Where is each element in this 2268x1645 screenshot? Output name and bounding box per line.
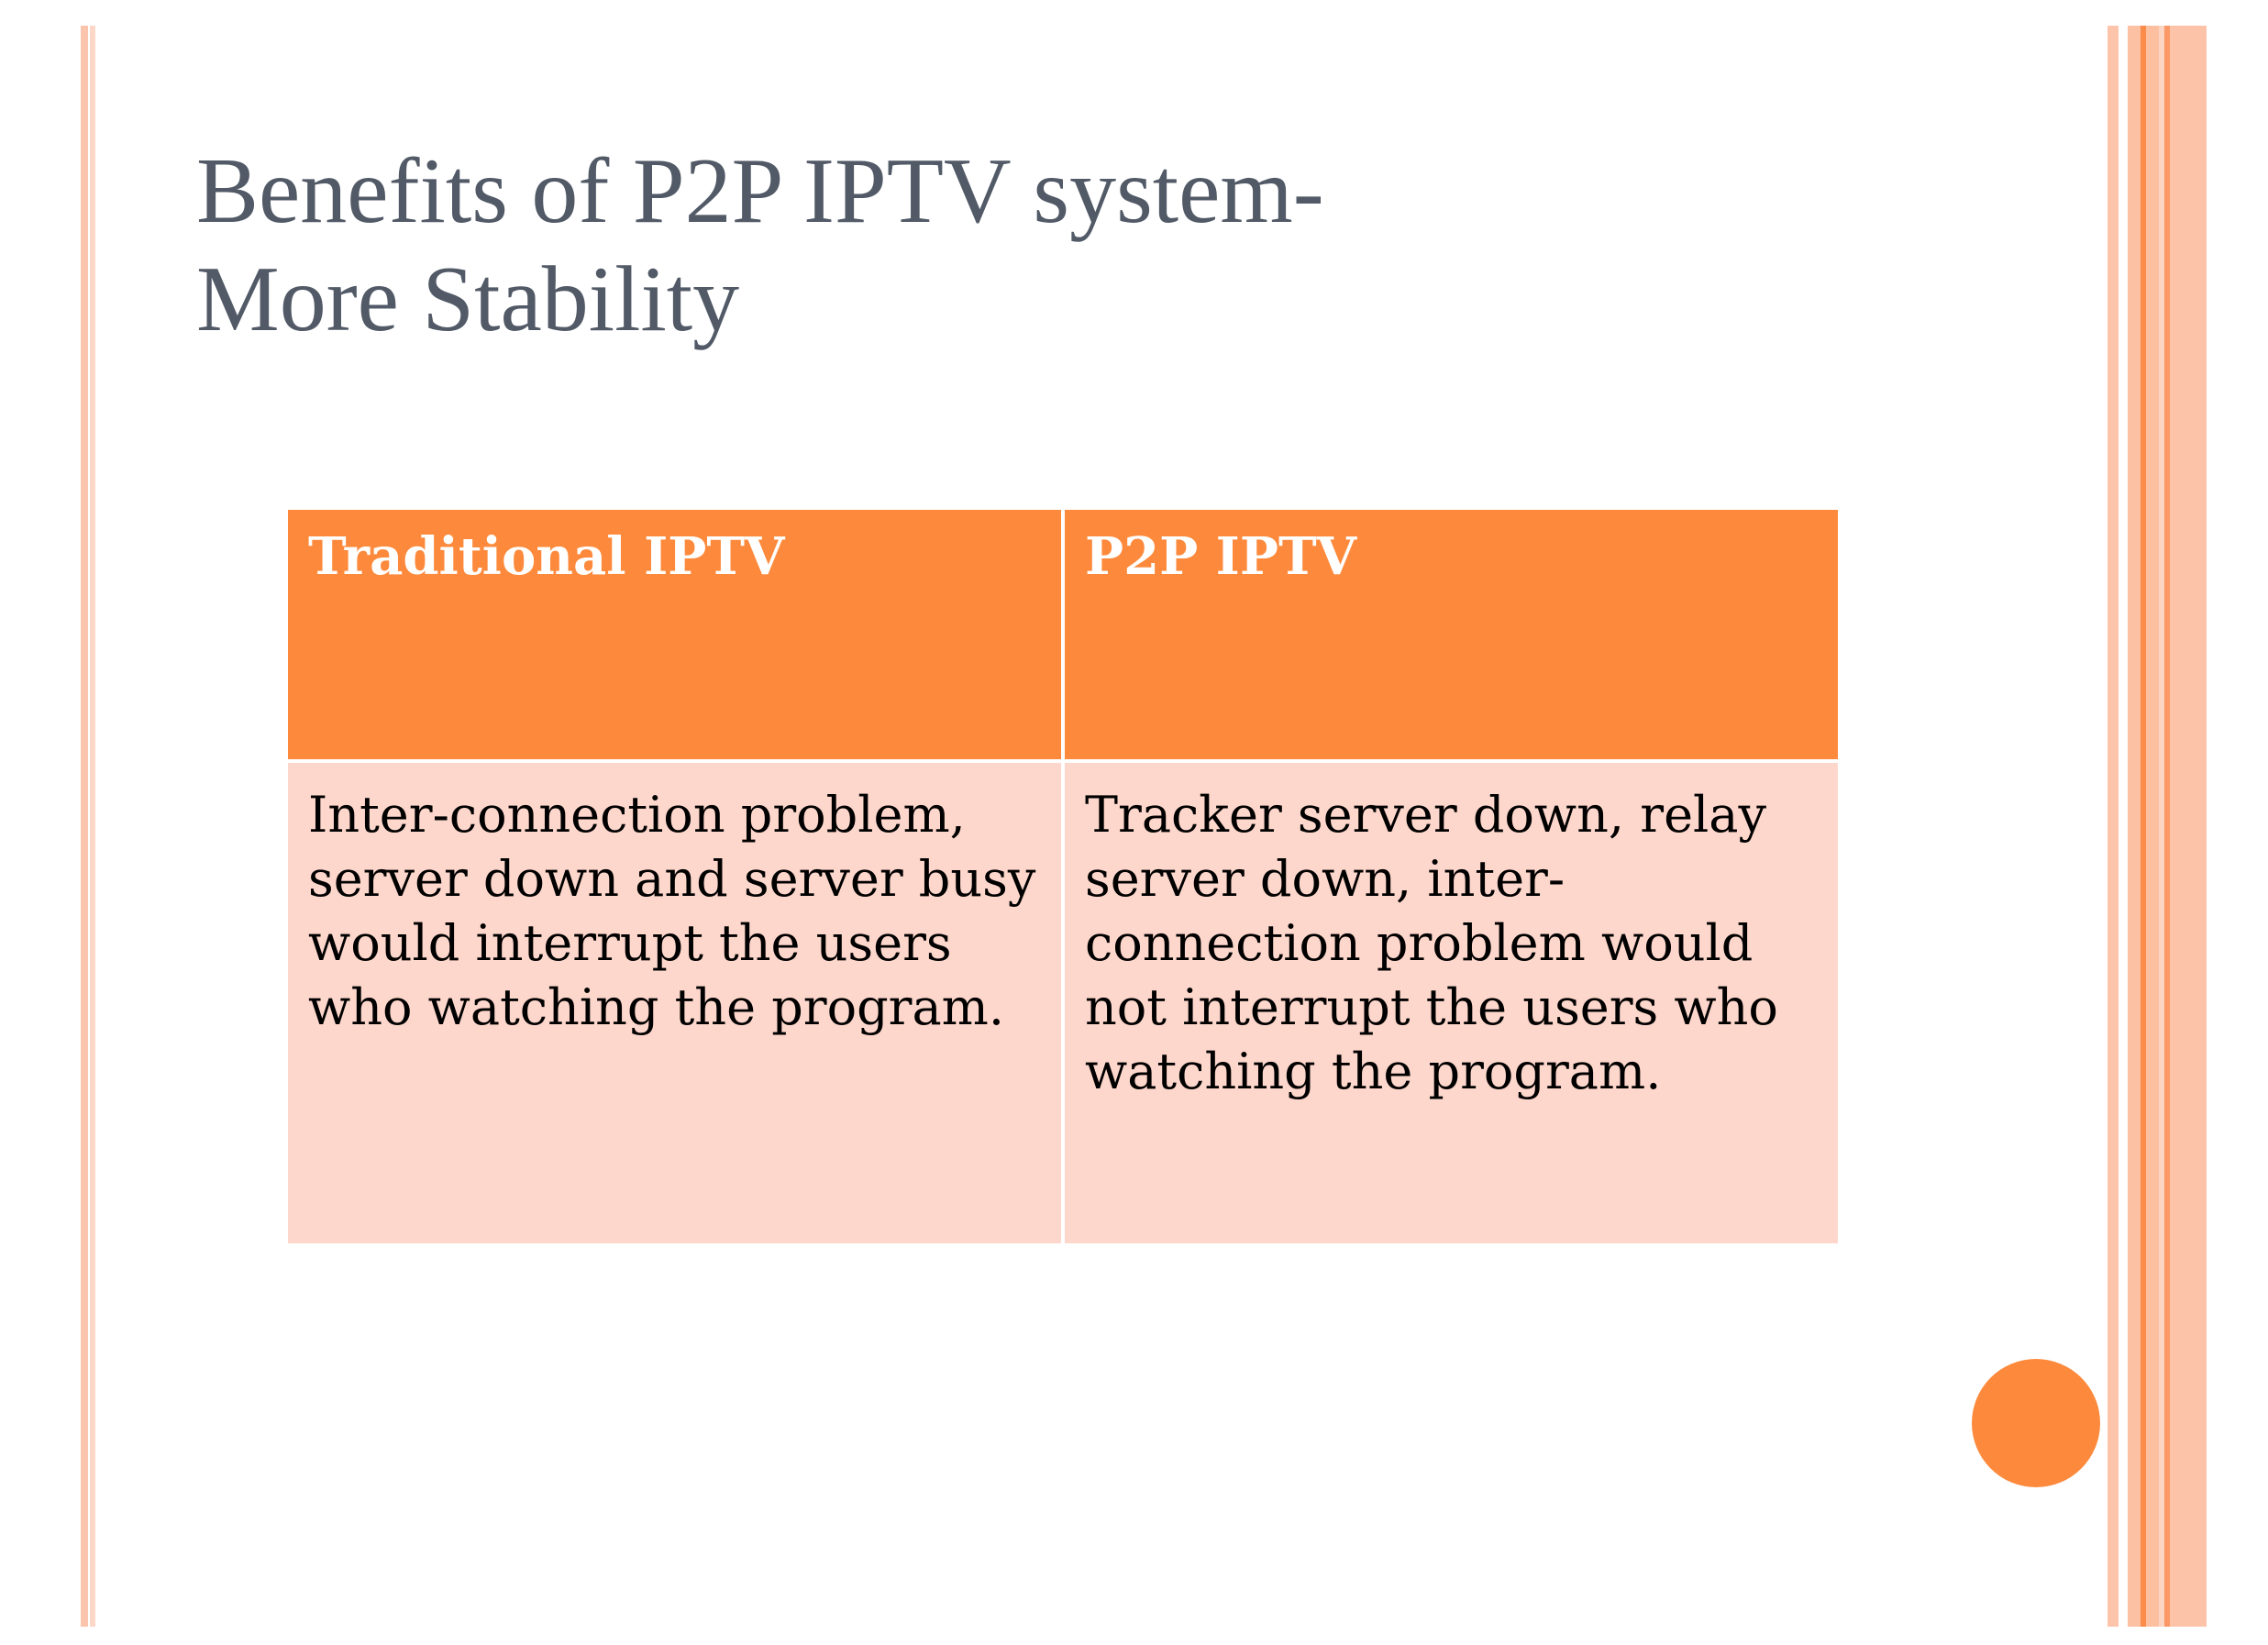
right-stripe: [2128, 26, 2141, 1627]
table-cell-traditional-iptv: Inter-connection problem, server down an…: [288, 763, 1061, 1243]
left-decorative-stripe: [81, 26, 88, 1627]
table-header-p2p-iptv: P2P IPTV: [1065, 510, 1838, 759]
right-stripe: [2170, 26, 2207, 1627]
right-decorative-stripes: [2108, 26, 2207, 1627]
comparison-table: Traditional IPTV P2P IPTV Inter-connecti…: [288, 510, 1838, 1243]
slide-title-line-1: Benefits of P2P IPTV system-: [196, 139, 1324, 243]
table-cell-p2p-iptv: Tracker server down, relay server down, …: [1065, 763, 1838, 1243]
right-stripe: [2108, 26, 2119, 1627]
left-decorative-stripe-inner: [90, 26, 95, 1627]
slide-title: Benefits of P2P IPTV system- More Stabil…: [196, 138, 1939, 354]
right-stripe: [2146, 26, 2159, 1627]
table-header-traditional-iptv: Traditional IPTV: [288, 510, 1061, 759]
slide: Benefits of P2P IPTV system- More Stabil…: [0, 0, 2268, 1645]
decorative-circle: [1972, 1359, 2100, 1487]
slide-title-line-2: More Stability: [196, 248, 740, 351]
